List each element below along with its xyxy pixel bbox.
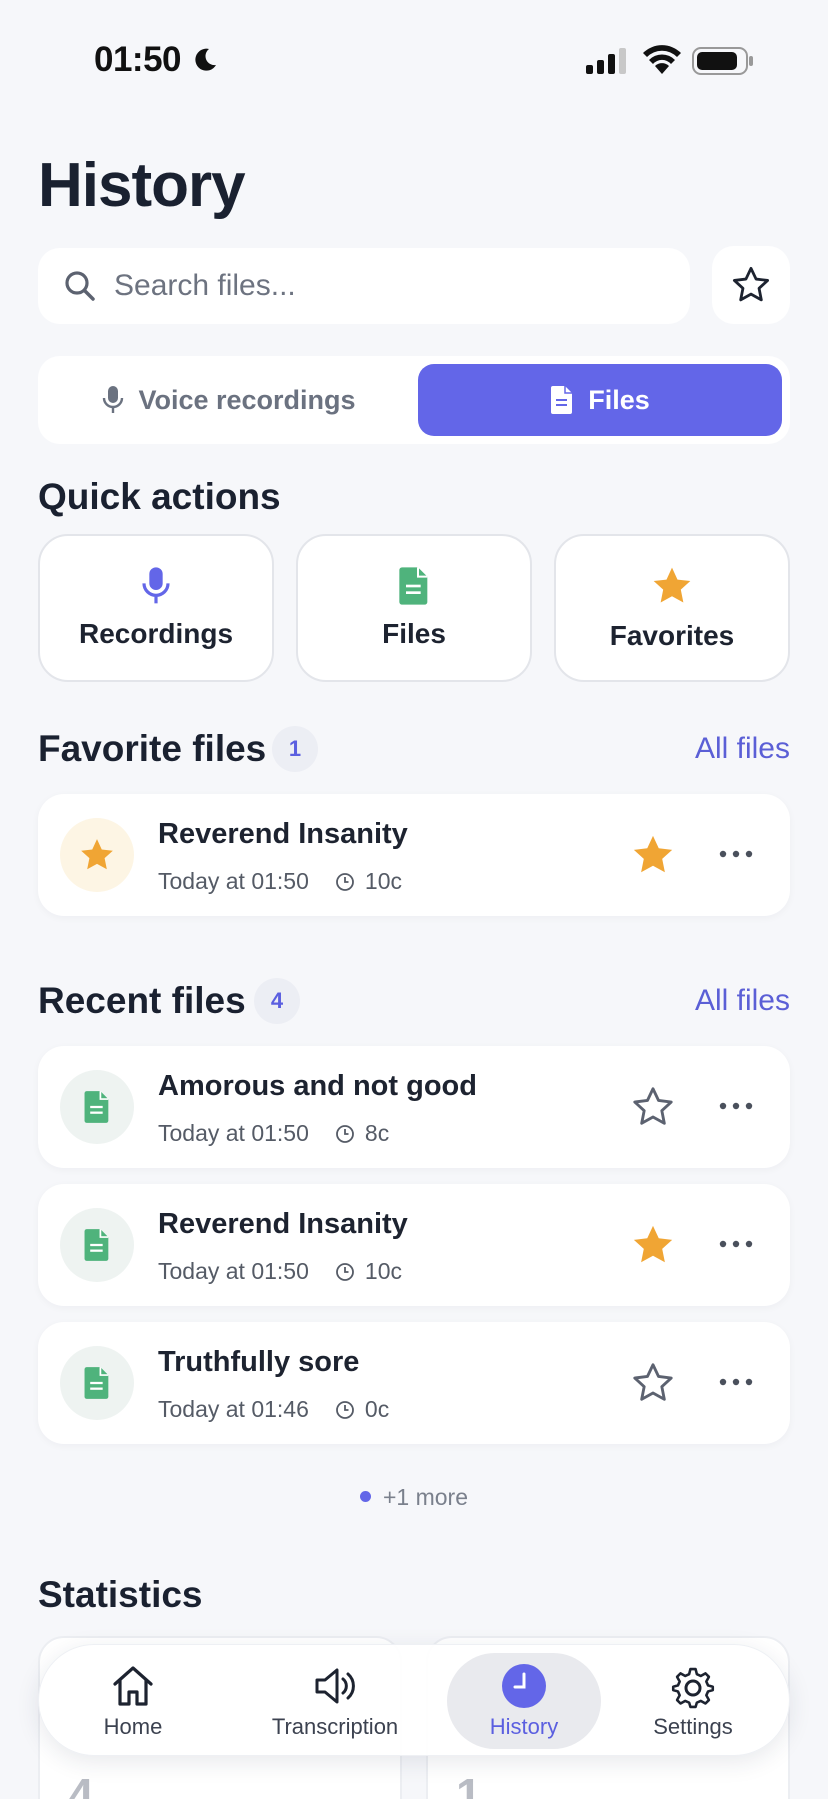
document-badge-icon	[60, 1208, 134, 1282]
document-icon	[551, 386, 573, 414]
star-icon	[653, 567, 691, 603]
file-duration: 10c	[364, 868, 402, 894]
more-horizontal-icon	[719, 1378, 753, 1386]
file-duration: 10c	[364, 1258, 402, 1284]
clock-icon	[336, 1124, 354, 1143]
star-outline-icon	[732, 266, 770, 302]
moon-icon	[195, 48, 216, 71]
bottom-navigation: Home Transcription History Settings	[38, 1644, 790, 1756]
tab-label: Files	[588, 384, 650, 415]
star-filled-icon[interactable]	[630, 1222, 676, 1268]
quick-action-favorites[interactable]: Favorites	[554, 534, 790, 682]
search-bar[interactable]	[38, 248, 690, 324]
recent-file-row[interactable]: Amorous and not good Today at 01:50 8c	[38, 1046, 790, 1168]
file-duration: 0c	[364, 1396, 390, 1422]
recent-all-files-link[interactable]: All files	[695, 984, 790, 1018]
tab-label: Voice recordings	[138, 384, 356, 415]
quick-action-files[interactable]: Files	[296, 534, 532, 682]
nav-label: Home	[103, 1714, 163, 1739]
document-icon	[84, 1091, 109, 1123]
file-name: Reverend Insanity	[158, 1208, 408, 1240]
battery-icon	[692, 47, 753, 75]
favorite-all-files-link[interactable]: All files	[695, 732, 790, 766]
file-meta: Today at 01:50 10c	[158, 1258, 402, 1285]
wifi-icon	[643, 45, 681, 74]
favorite-badge-icon	[60, 818, 134, 892]
file-duration: 8c	[364, 1120, 390, 1146]
more-options-button[interactable]	[712, 1358, 760, 1406]
nav-label: Transcription	[271, 1714, 399, 1739]
speaker-icon	[315, 1668, 355, 1704]
favorites-filter-button[interactable]	[712, 246, 790, 324]
document-badge-icon	[60, 1346, 134, 1420]
nav-transcription[interactable]: Transcription	[235, 1653, 435, 1749]
favorite-file-row[interactable]: Reverend Insanity Today at 01:50 10c	[38, 794, 790, 916]
tab-files[interactable]: Files	[418, 364, 782, 436]
star-filled-icon[interactable]	[630, 832, 676, 878]
more-options-button[interactable]	[712, 1082, 760, 1130]
quick-action-label: Files	[382, 618, 446, 649]
gear-icon	[671, 1667, 715, 1709]
more-files-indicator[interactable]: +1 more	[0, 1484, 828, 1511]
clock-icon	[502, 1664, 546, 1708]
quick-action-label: Favorites	[609, 620, 735, 651]
status-bar: 01:50	[0, 0, 828, 120]
file-name: Reverend Insanity	[158, 818, 408, 850]
file-meta: Today at 01:50 10c	[158, 868, 402, 895]
search-icon	[65, 271, 95, 301]
more-options-button[interactable]	[712, 830, 760, 878]
document-badge-icon	[60, 1070, 134, 1144]
file-meta: Today at 01:46 0c	[158, 1396, 389, 1423]
cellular-signal-icon	[586, 48, 626, 74]
star-outline-icon[interactable]	[630, 1084, 676, 1130]
favorite-count-badge: 1	[272, 726, 318, 772]
file-name: Truthfully sore	[158, 1346, 360, 1378]
quick-action-recordings[interactable]: Recordings	[38, 534, 274, 682]
nav-label: Settings	[653, 1714, 733, 1739]
recent-count-badge: 4	[254, 978, 300, 1024]
more-options-button[interactable]	[712, 1220, 760, 1268]
star-icon	[81, 839, 113, 870]
clock-icon	[336, 1262, 354, 1281]
stats-value: 1	[456, 1769, 482, 1799]
type-switcher: Voice recordings Files	[38, 356, 790, 444]
star-outline-icon[interactable]	[630, 1360, 676, 1406]
file-date: Today at 01:50	[158, 1258, 309, 1284]
nav-settings[interactable]: Settings	[623, 1653, 763, 1749]
tab-voice-recordings[interactable]: Voice recordings	[46, 364, 412, 436]
file-name: Amorous and not good	[158, 1070, 477, 1102]
status-time: 01:50	[94, 40, 182, 79]
search-input[interactable]	[114, 269, 674, 303]
recent-files-title: Recent files	[38, 980, 246, 1021]
quick-actions-title: Quick actions	[38, 476, 281, 517]
file-date: Today at 01:50	[158, 868, 309, 894]
clock-icon	[336, 1400, 354, 1419]
file-meta: Today at 01:50 8c	[158, 1120, 389, 1147]
microphone-icon	[142, 567, 170, 604]
nav-history[interactable]: History	[447, 1653, 601, 1749]
more-horizontal-icon	[719, 850, 753, 858]
stats-value: 4	[68, 1769, 94, 1799]
file-date: Today at 01:46	[158, 1396, 309, 1422]
document-icon	[84, 1367, 109, 1399]
dot-icon	[359, 1491, 371, 1503]
more-files-label: +1 more	[382, 1484, 468, 1510]
favorite-files-title: Favorite files	[38, 728, 267, 769]
nav-label: History	[489, 1714, 559, 1739]
nav-home[interactable]: Home	[69, 1653, 197, 1749]
clock-icon	[336, 872, 354, 891]
document-icon	[399, 567, 428, 605]
recent-file-row[interactable]: Reverend Insanity Today at 01:50 10c	[38, 1184, 790, 1306]
page-title: History	[38, 151, 246, 220]
more-horizontal-icon	[719, 1102, 753, 1110]
file-date: Today at 01:50	[158, 1120, 309, 1146]
quick-action-label: Recordings	[78, 618, 234, 649]
more-horizontal-icon	[719, 1240, 753, 1248]
recent-file-row[interactable]: Truthfully sore Today at 01:46 0c	[38, 1322, 790, 1444]
home-icon	[113, 1666, 153, 1706]
microphone-icon	[103, 386, 124, 413]
document-icon	[84, 1229, 109, 1261]
statistics-title: Statistics	[38, 1574, 203, 1615]
